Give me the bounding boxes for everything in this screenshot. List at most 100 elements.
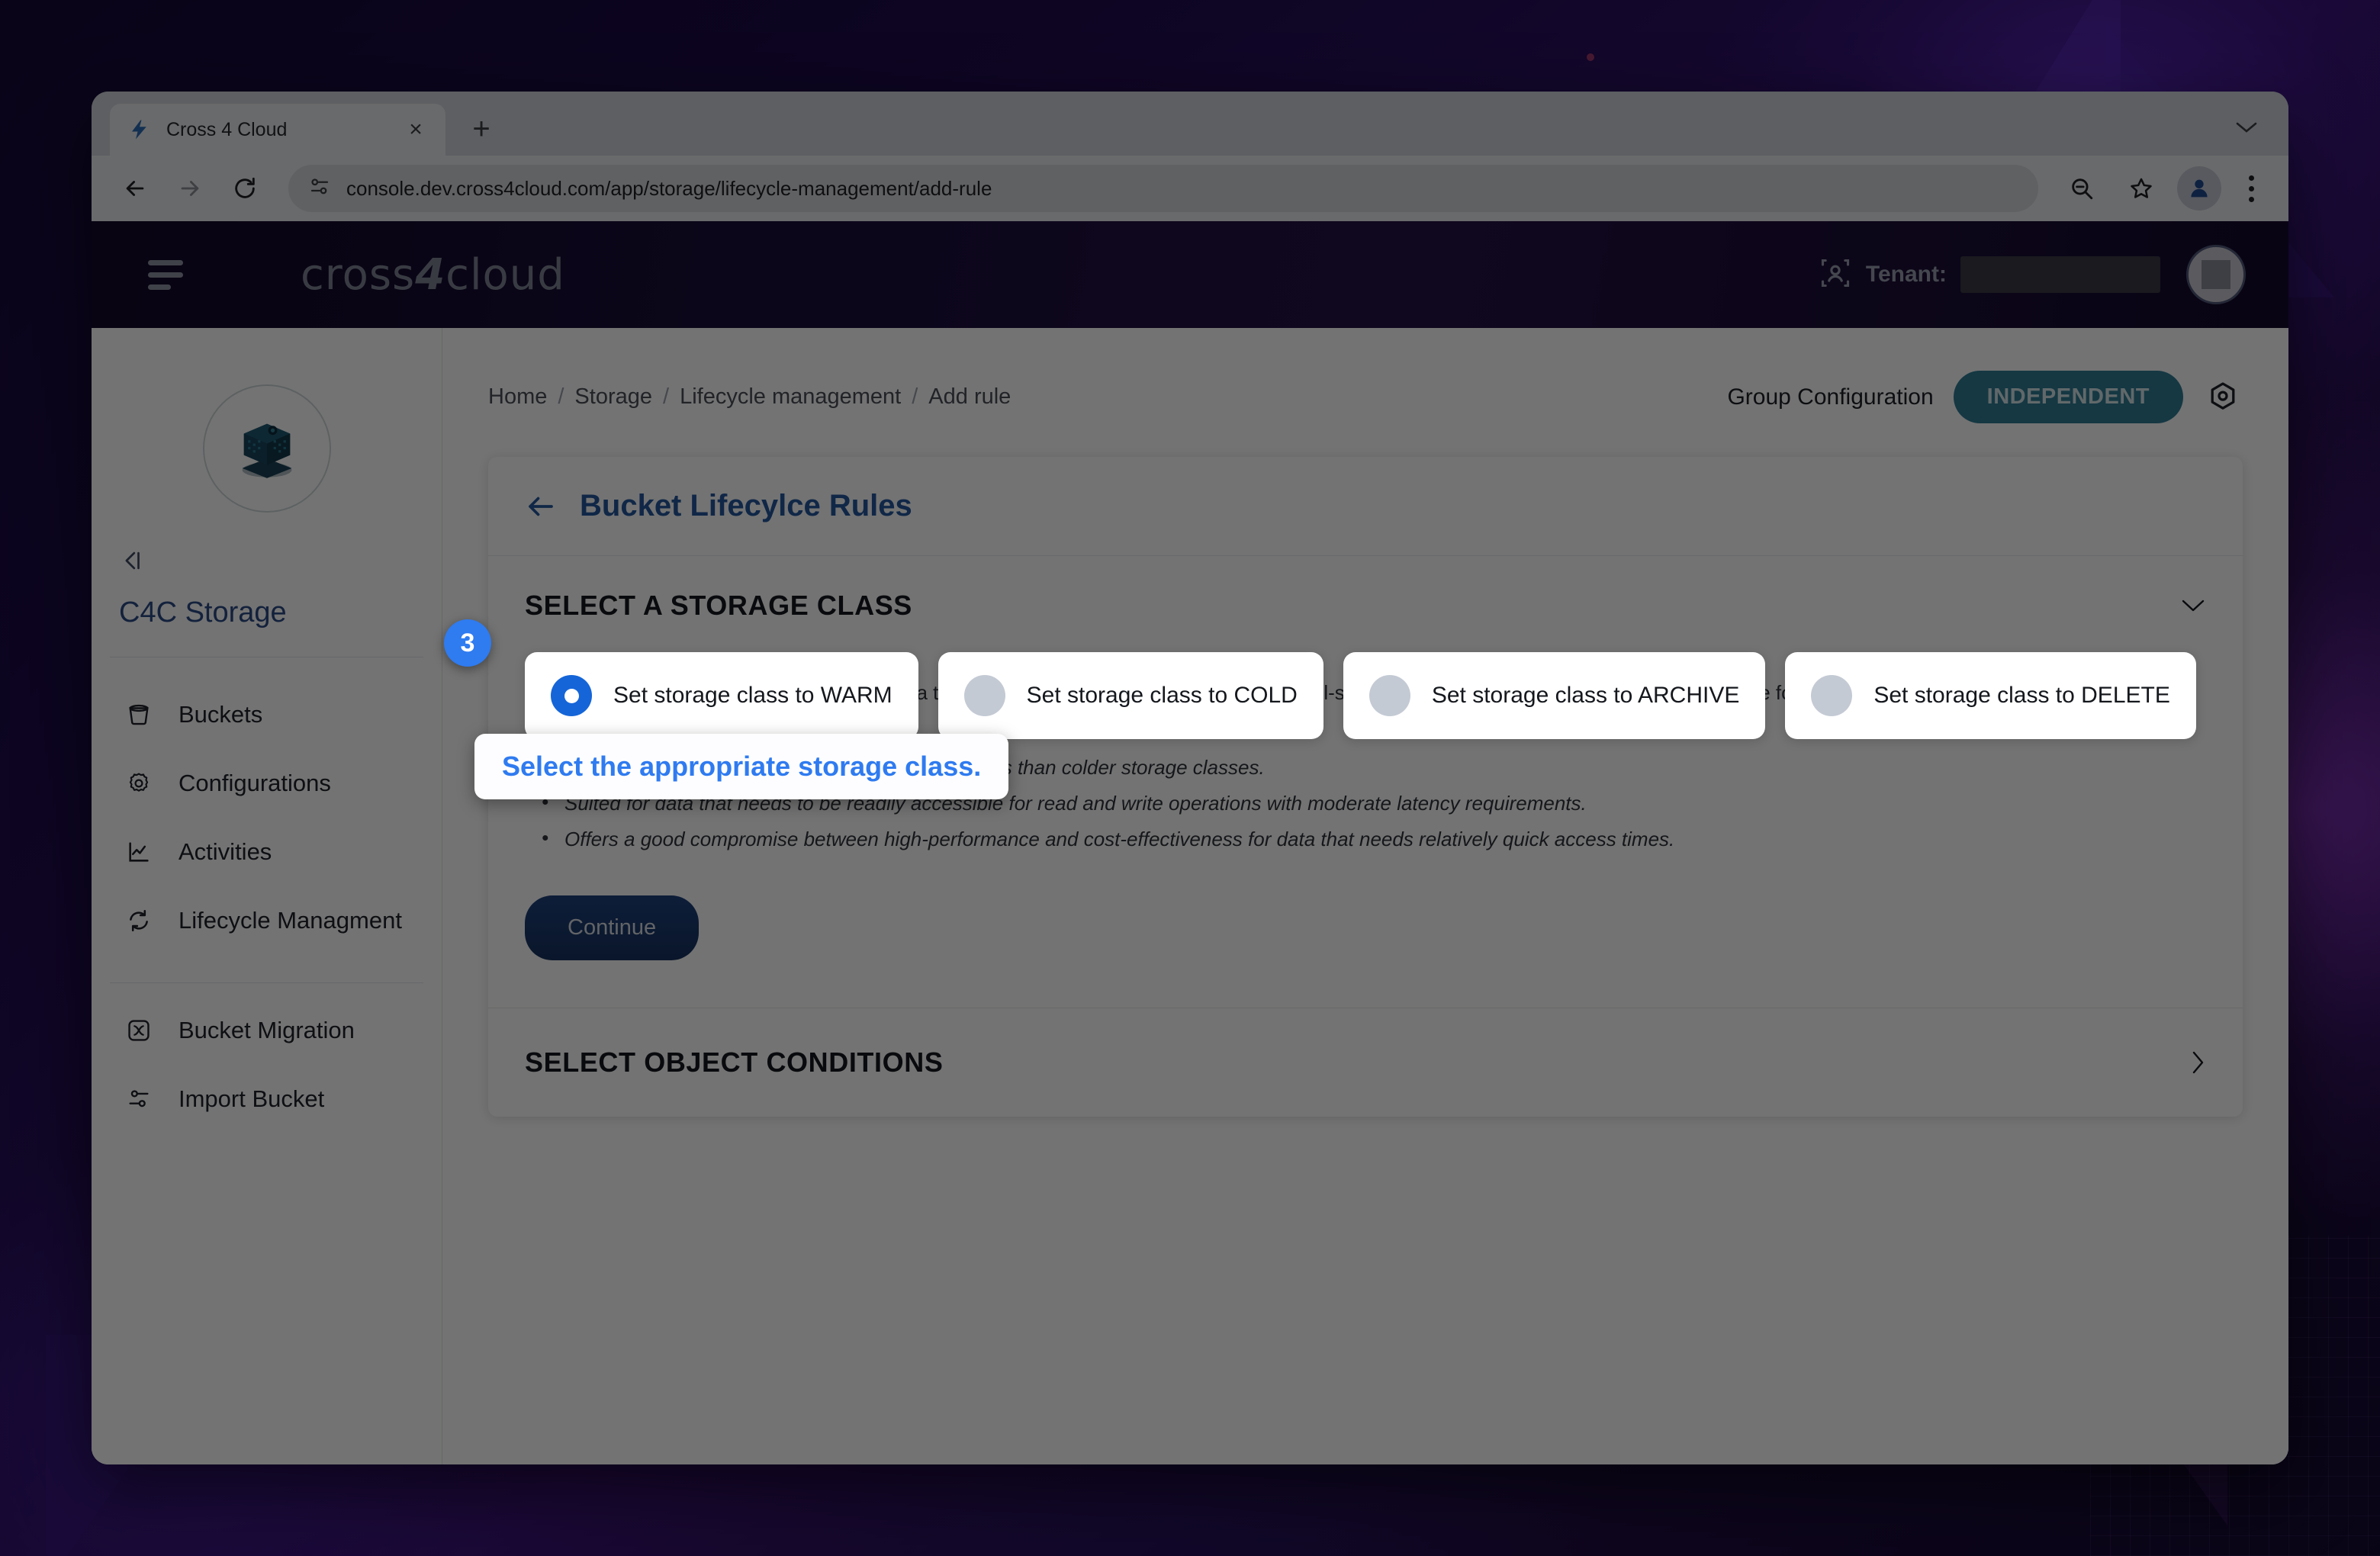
- storage-class-option-cold[interactable]: Set storage class to COLD: [938, 652, 1323, 739]
- browser-window: Cross 4 Cloud × + console.dev.cross4clou…: [92, 92, 2288, 1464]
- section-title: SELECT A STORAGE CLASS: [525, 590, 912, 621]
- forward-icon[interactable]: [166, 165, 214, 212]
- app-header: cross4cloud Tenant:: [92, 221, 2288, 328]
- continue-button[interactable]: Continue: [525, 895, 700, 960]
- storage-class-section-header[interactable]: SELECT A STORAGE CLASS: [525, 556, 2206, 652]
- instruction-callout-text: Select the appropriate storage class.: [502, 751, 982, 782]
- sidebar-item-label: Activities: [178, 838, 272, 865]
- app-header-right: Tenant:: [1819, 245, 2246, 304]
- storage-class-options-highlighted: Set storage class to WARM Set storage cl…: [525, 652, 2196, 747]
- browser-tab-title: Cross 4 Cloud: [166, 118, 288, 140]
- tenant-value-masked: [1960, 256, 2160, 293]
- main-content: Home / Storage / Lifecycle management / …: [442, 328, 2288, 1464]
- breadcrumb-separator: /: [663, 384, 670, 409]
- breadcrumb-row: Home / Storage / Lifecycle management / …: [488, 371, 2243, 423]
- card-header: Bucket Lifecylce Rules: [488, 457, 2243, 556]
- address-bar-url: console.dev.cross4cloud.com/app/storage/…: [346, 176, 992, 200]
- section-title: SELECT OBJECT CONDITIONS: [525, 1046, 944, 1078]
- breadcrumb-item-home[interactable]: Home: [488, 384, 547, 410]
- breadcrumb: Home / Storage / Lifecycle management / …: [488, 384, 1011, 410]
- avatar-masked: [2202, 260, 2230, 289]
- kebab-menu-icon[interactable]: [2234, 175, 2269, 202]
- back-icon[interactable]: [111, 165, 159, 212]
- breadcrumb-item-storage[interactable]: Storage: [574, 384, 652, 410]
- sidebar-nav: Buckets Configurations Activities Lifecy…: [92, 657, 442, 1133]
- browser-tab-strip: Cross 4 Cloud × +: [92, 92, 2288, 156]
- storage-class-option-delete[interactable]: Set storage class to DELETE: [1785, 652, 2196, 739]
- close-icon[interactable]: ×: [403, 117, 429, 143]
- sidebar-item-bucket-migration[interactable]: Bucket Migration: [92, 983, 442, 1065]
- site-settings-icon[interactable]: [308, 175, 331, 202]
- breadcrumb-separator: /: [912, 384, 918, 409]
- sidebar-logo-wrap: [92, 384, 442, 513]
- bucket-icon: [122, 698, 156, 731]
- brand-four: 4: [415, 249, 446, 300]
- chevron-down-icon[interactable]: [2220, 102, 2273, 153]
- address-bar[interactable]: console.dev.cross4cloud.com/app/storage/…: [288, 165, 2038, 212]
- web-page: cross4cloud Tenant: C4C Storage Buckets …: [92, 221, 2288, 1464]
- breadcrumb-separator: /: [558, 384, 564, 409]
- toolbar-actions: [2058, 165, 2269, 212]
- migration-icon: [122, 1014, 156, 1047]
- wallpaper-accent: [1587, 53, 1594, 61]
- page-body: C4C Storage Buckets Configurations Activ…: [92, 328, 2288, 1464]
- sidebar-item-label: Lifecycle Managment: [178, 907, 402, 934]
- browser-toolbar: console.dev.cross4cloud.com/app/storage/…: [92, 156, 2288, 221]
- storage-cube-icon: [202, 384, 331, 513]
- radio-unselected-icon[interactable]: [1368, 675, 1410, 716]
- chart-line-icon: [122, 835, 156, 869]
- app-logo[interactable]: cross4cloud: [301, 250, 565, 300]
- radio-unselected-icon[interactable]: [963, 675, 1005, 716]
- sidebar-item-label: Buckets: [178, 701, 263, 728]
- status-badge[interactable]: INDEPENDENT: [1953, 371, 2183, 423]
- sidebar-item-lifecycle-management[interactable]: Lifecycle Managment: [92, 886, 442, 955]
- storage-class-option-label: Set storage class to WARM: [613, 683, 892, 708]
- star-icon[interactable]: [2118, 165, 2165, 212]
- step-number-badge: 3: [444, 619, 491, 667]
- group-configuration: Group Configuration INDEPENDENT: [1727, 371, 2243, 423]
- chevron-right-icon[interactable]: [2189, 1050, 2206, 1075]
- breadcrumb-item-lifecycle-management[interactable]: Lifecycle management: [680, 384, 901, 410]
- sidebar-item-configurations[interactable]: Configurations: [92, 749, 442, 818]
- sidebar-item-import-bucket[interactable]: Import Bucket: [92, 1065, 442, 1133]
- brand-prefix: cross: [301, 249, 416, 300]
- storage-class-option-label: Set storage class to COLD: [1026, 683, 1298, 708]
- collapse-panel-icon[interactable]: [119, 548, 442, 574]
- chevron-down-icon[interactable]: [2180, 597, 2206, 614]
- page-title: Bucket Lifecylce Rules: [580, 489, 912, 522]
- sidebar: C4C Storage Buckets Configurations Activ…: [92, 328, 442, 1464]
- list-item: Offers a good compromise between high-pe…: [542, 821, 2206, 857]
- profile-avatar-icon[interactable]: [2177, 166, 2221, 211]
- sidebar-item-buckets[interactable]: Buckets: [92, 680, 442, 749]
- tenant-icon: [1819, 256, 1852, 294]
- storage-class-option-label: Set storage class to ARCHIVE: [1431, 683, 1740, 708]
- cross4cloud-logo-icon: [127, 117, 153, 143]
- arrow-left-icon[interactable]: [525, 490, 557, 522]
- continue-button-wrap: Continue: [525, 857, 2206, 1008]
- breadcrumb-item-add-rule[interactable]: Add rule: [928, 384, 1011, 410]
- hamburger-icon[interactable]: [148, 259, 191, 290]
- sidebar-item-label: Import Bucket: [178, 1085, 325, 1112]
- storage-class-option-label: Set storage class to DELETE: [1873, 683, 2170, 708]
- object-conditions-section: SELECT OBJECT CONDITIONS: [488, 1008, 2243, 1117]
- avatar[interactable]: [2186, 245, 2246, 304]
- sidebar-item-label: Bucket Migration: [178, 1017, 355, 1043]
- object-conditions-section-header[interactable]: SELECT OBJECT CONDITIONS: [525, 1008, 2206, 1117]
- gear-icon: [122, 767, 156, 800]
- brand-suffix: cloud: [445, 249, 565, 300]
- reload-icon[interactable]: [221, 165, 269, 212]
- new-tab-button[interactable]: +: [456, 104, 507, 154]
- group-configuration-label: Group Configuration: [1727, 384, 1934, 410]
- storage-class-option-warm[interactable]: Set storage class to WARM: [525, 652, 918, 739]
- radio-selected-icon[interactable]: [551, 675, 592, 716]
- browser-tab[interactable]: Cross 4 Cloud ×: [110, 104, 445, 156]
- tenant-selector[interactable]: Tenant:: [1819, 256, 2160, 294]
- storage-class-option-archive[interactable]: Set storage class to ARCHIVE: [1343, 652, 1766, 739]
- sidebar-item-label: Configurations: [178, 770, 331, 796]
- refresh-cycle-icon: [122, 904, 156, 937]
- sidebar-item-activities[interactable]: Activities: [92, 818, 442, 886]
- hex-gear-icon[interactable]: [2203, 378, 2243, 417]
- tenant-label: Tenant:: [1865, 262, 1947, 287]
- zoom-out-icon[interactable]: [2058, 165, 2105, 212]
- radio-unselected-icon[interactable]: [1811, 675, 1853, 716]
